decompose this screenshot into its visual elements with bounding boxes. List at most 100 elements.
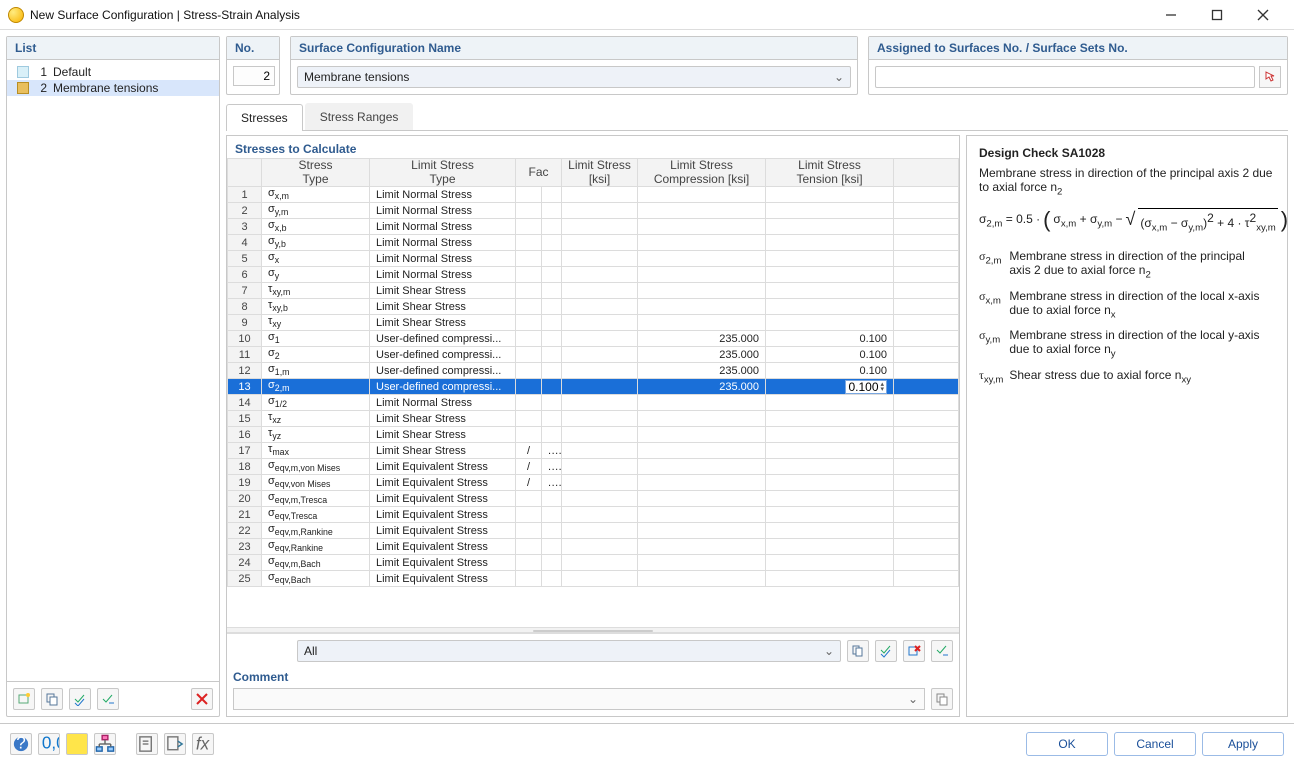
- cell-stress-type[interactable]: σ1,m: [262, 363, 370, 379]
- cell-limit-ksi[interactable]: [562, 203, 638, 219]
- cell-stress-type[interactable]: σ1: [262, 331, 370, 347]
- cell-factor-more[interactable]: [542, 347, 562, 363]
- cell-factor[interactable]: [516, 395, 542, 411]
- pick-surfaces-button[interactable]: [1259, 66, 1281, 88]
- table-row[interactable]: 9τxyLimit Shear Stress: [228, 315, 959, 331]
- row-number[interactable]: 9: [228, 315, 262, 331]
- cell-limit-comp[interactable]: [638, 219, 766, 235]
- cell-limit-ten[interactable]: [766, 395, 894, 411]
- cell-factor-more[interactable]: [542, 219, 562, 235]
- table-row[interactable]: 6σyLimit Normal Stress: [228, 267, 959, 283]
- cell-factor-more[interactable]: [542, 571, 562, 587]
- cell-stress-type[interactable]: σy: [262, 267, 370, 283]
- table-row[interactable]: 19σeqv,von MisesLimit Equivalent Stress/…: [228, 475, 959, 491]
- table-row[interactable]: 7τxy,mLimit Shear Stress: [228, 283, 959, 299]
- cell-limit-type[interactable]: Limit Normal Stress: [370, 251, 516, 267]
- cell-factor-more[interactable]: [542, 491, 562, 507]
- cell-limit-ten[interactable]: 0.100: [766, 347, 894, 363]
- cell-limit-ten[interactable]: [766, 427, 894, 443]
- cell-limit-ksi[interactable]: [562, 219, 638, 235]
- table-row[interactable]: 20σeqv,m,TrescaLimit Equivalent Stress: [228, 491, 959, 507]
- row-number[interactable]: 18: [228, 459, 262, 475]
- cell-limit-type[interactable]: Limit Shear Stress: [370, 411, 516, 427]
- row-number[interactable]: 17: [228, 443, 262, 459]
- table-row[interactable]: 8τxy,bLimit Shear Stress: [228, 299, 959, 315]
- color-button[interactable]: [66, 733, 88, 755]
- select-all-rows-button[interactable]: [875, 640, 897, 662]
- stresses-grid[interactable]: Stress Type Limit Stress Type Fac Limit …: [227, 158, 959, 627]
- cell-limit-type[interactable]: Limit Normal Stress: [370, 267, 516, 283]
- cell-factor-more[interactable]: [542, 379, 562, 395]
- cell-limit-comp[interactable]: [638, 187, 766, 203]
- col-limit-ksi[interactable]: Limit Stress [ksi]: [562, 159, 638, 187]
- cell-limit-type[interactable]: Limit Equivalent Stress: [370, 555, 516, 571]
- row-number[interactable]: 8: [228, 299, 262, 315]
- table-row[interactable]: 11σ2User-defined compressi...235.0000.10…: [228, 347, 959, 363]
- check-all-button[interactable]: [69, 688, 91, 710]
- cell-factor-more[interactable]: [542, 283, 562, 299]
- cell-stress-type[interactable]: σy,b: [262, 235, 370, 251]
- cell-limit-ten[interactable]: [766, 411, 894, 427]
- cell-limit-ten[interactable]: 0.100▴▾: [766, 379, 894, 395]
- cell-limit-comp[interactable]: [638, 555, 766, 571]
- assigned-input[interactable]: [875, 66, 1255, 88]
- cell-limit-type[interactable]: User-defined compressi...: [370, 363, 516, 379]
- row-number[interactable]: 3: [228, 219, 262, 235]
- cell-limit-ksi[interactable]: [562, 379, 638, 395]
- row-number[interactable]: 15: [228, 411, 262, 427]
- cell-limit-type[interactable]: Limit Equivalent Stress: [370, 571, 516, 587]
- cell-limit-ksi[interactable]: [562, 363, 638, 379]
- cell-factor-more[interactable]: [542, 235, 562, 251]
- cell-limit-ksi[interactable]: [562, 555, 638, 571]
- table-row[interactable]: 1σx,mLimit Normal Stress: [228, 187, 959, 203]
- cell-limit-ksi[interactable]: [562, 539, 638, 555]
- col-factor[interactable]: Fac: [516, 159, 562, 187]
- script-log-button[interactable]: [136, 733, 158, 755]
- cell-limit-ksi[interactable]: [562, 347, 638, 363]
- cancel-button[interactable]: Cancel: [1114, 732, 1196, 756]
- cell-limit-ksi[interactable]: [562, 283, 638, 299]
- row-number[interactable]: 19: [228, 475, 262, 491]
- cell-limit-type[interactable]: Limit Shear Stress: [370, 427, 516, 443]
- cell-factor-more[interactable]: [542, 539, 562, 555]
- cell-stress-type[interactable]: σeqv,m,von Mises: [262, 459, 370, 475]
- col-limit-type[interactable]: Limit Stress Type: [370, 159, 516, 187]
- row-number[interactable]: 5: [228, 251, 262, 267]
- cell-factor-more[interactable]: ...: [542, 475, 562, 491]
- cell-limit-comp[interactable]: [638, 523, 766, 539]
- cell-limit-ten[interactable]: [766, 219, 894, 235]
- cell-limit-ksi[interactable]: [562, 523, 638, 539]
- hierarchy-button[interactable]: [94, 733, 116, 755]
- table-row[interactable]: 24σeqv,m,BachLimit Equivalent Stress: [228, 555, 959, 571]
- cell-limit-ten[interactable]: [766, 571, 894, 587]
- name-select[interactable]: Membrane tensions ⌄: [297, 66, 851, 88]
- table-row[interactable]: 3σx,bLimit Normal Stress: [228, 219, 959, 235]
- table-row[interactable]: 10σ1User-defined compressi...235.0000.10…: [228, 331, 959, 347]
- cell-limit-comp[interactable]: 235.000: [638, 347, 766, 363]
- cell-factor-more[interactable]: [542, 555, 562, 571]
- cell-stress-type[interactable]: σeqv,Bach: [262, 571, 370, 587]
- table-row[interactable]: 16τyzLimit Shear Stress: [228, 427, 959, 443]
- row-number[interactable]: 4: [228, 235, 262, 251]
- cell-limit-comp[interactable]: [638, 571, 766, 587]
- cell-limit-ksi[interactable]: [562, 411, 638, 427]
- cell-stress-type[interactable]: σx,m: [262, 187, 370, 203]
- cell-factor[interactable]: [516, 507, 542, 523]
- help-tip-button[interactable]: ?: [10, 733, 32, 755]
- cell-factor-more[interactable]: [542, 251, 562, 267]
- cell-limit-comp[interactable]: [638, 427, 766, 443]
- cell-limit-type[interactable]: Limit Equivalent Stress: [370, 459, 516, 475]
- maximize-button[interactable]: [1194, 0, 1240, 30]
- clear-rows-button[interactable]: [903, 640, 925, 662]
- cell-factor[interactable]: [516, 491, 542, 507]
- cell-factor[interactable]: [516, 219, 542, 235]
- cell-limit-ksi[interactable]: [562, 235, 638, 251]
- cell-stress-type[interactable]: τmax: [262, 443, 370, 459]
- cell-limit-type[interactable]: Limit Shear Stress: [370, 283, 516, 299]
- cell-limit-ten[interactable]: [766, 315, 894, 331]
- cell-factor-more[interactable]: ...: [542, 443, 562, 459]
- number-input[interactable]: [233, 66, 275, 86]
- cell-factor-more[interactable]: [542, 331, 562, 347]
- cell-factor[interactable]: [516, 539, 542, 555]
- cell-limit-ten[interactable]: [766, 459, 894, 475]
